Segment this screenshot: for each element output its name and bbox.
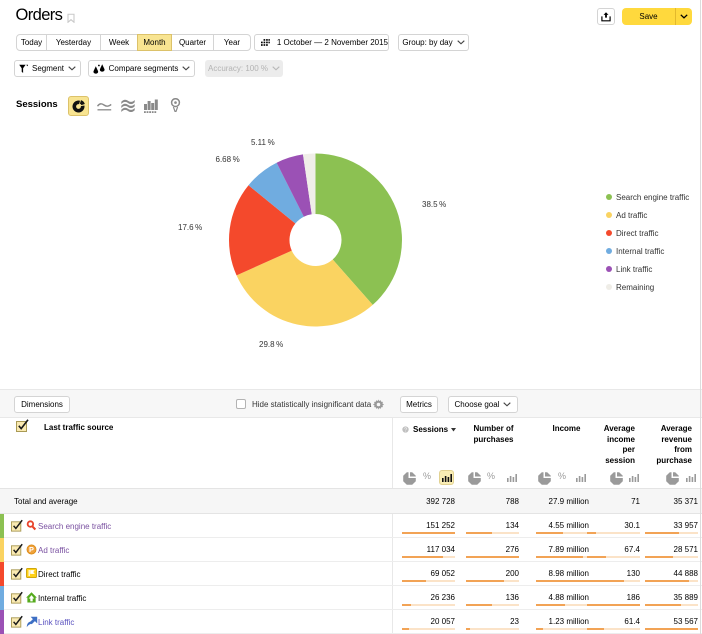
svg-text:?: ? bbox=[404, 427, 407, 433]
svg-text:P: P bbox=[29, 545, 34, 554]
